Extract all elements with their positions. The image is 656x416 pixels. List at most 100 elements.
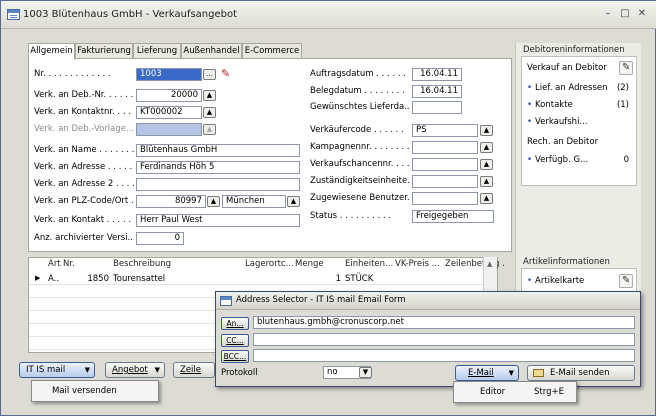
lookup-up-icon[interactable]: ▲: [480, 176, 493, 187]
menu-item-mail-versenden[interactable]: Mail versenden: [52, 386, 117, 396]
lookup-up-icon[interactable]: ▲: [480, 159, 493, 170]
label-name: Verk. an Name . . . . . . .: [34, 145, 134, 155]
col-header-menge[interactable]: Menge: [295, 258, 324, 271]
address-selector-dialog: Address Selector - IT IS mail Email Form…: [215, 291, 641, 387]
field-zugewiesene-benutzer[interactable]: [412, 192, 478, 205]
form-icon: [220, 296, 232, 306]
an-button[interactable]: An...: [221, 317, 249, 330]
bullet-icon: •: [527, 155, 533, 165]
maximize-icon[interactable]: □: [618, 7, 632, 21]
field-kontaktnr[interactable]: KT000002: [136, 106, 202, 119]
field-deb-nr[interactable]: 20000: [136, 89, 202, 102]
title-bar: 1003 Blütenhaus GmbH - Verkaufsangebot –…: [1, 1, 656, 29]
field-adresse-2[interactable]: [136, 178, 300, 191]
lookup-up-icon[interactable]: ▲: [207, 196, 220, 207]
email-button[interactable]: E-Mail ▼: [455, 365, 519, 381]
field-belegdatum[interactable]: 16.04.11: [412, 85, 462, 98]
assist-edit-button[interactable]: …: [203, 69, 216, 80]
link-kontakte[interactable]: • Kontakte (1): [527, 100, 633, 110]
field-verkaufschancennr[interactable]: [412, 158, 478, 171]
link-verkaufshistorie[interactable]: • Verkaufshi...: [527, 117, 633, 127]
col-header-beschreibung[interactable]: Beschreibung: [113, 258, 171, 271]
window-controls: – □ ✕: [601, 7, 649, 21]
email-senden-button[interactable]: E-Mail senden: [527, 365, 635, 381]
tab-fakturierung[interactable]: Fakturierung: [75, 43, 133, 59]
cc-button[interactable]: CC...: [221, 334, 249, 347]
col-header-nr[interactable]: Nr.: [63, 258, 75, 271]
edit-pencil-icon[interactable]: ✎: [221, 67, 235, 81]
field-name[interactable]: Blütenhaus GmbH: [136, 144, 300, 157]
col-header-einheit[interactable]: Einheiten...: [345, 258, 393, 271]
debitor-info-title: Debitoreninformationen: [523, 45, 625, 55]
tab-lieferung[interactable]: Lieferung: [133, 43, 181, 59]
lookup-up-icon[interactable]: ▲: [480, 142, 493, 153]
window-title: 1003 Blütenhaus GmbH - Verkaufsangebot: [23, 9, 238, 20]
col-header-vk-preis[interactable]: VK-Preis ...: [395, 258, 440, 271]
label-lieferdatum: Gewünschtes Lieferda...: [310, 102, 410, 112]
label-adresse: Verk. an Adresse . . . . .: [34, 162, 133, 172]
label-verkaeufercode: Verkäufercode . . . . . .: [310, 125, 404, 135]
field-kampagnennr[interactable]: [412, 141, 478, 154]
cell-art[interactable]: A..: [48, 274, 59, 284]
link-verfuegbares-guthaben[interactable]: • Verfügb. G... 0: [527, 155, 633, 165]
tab-allgemein[interactable]: Allgemein: [28, 43, 75, 60]
tab-e-commerce[interactable]: E-Commerce: [242, 43, 302, 59]
verkauf-an-debitor-label: Verkauf an Debitor: [527, 63, 607, 73]
bcc-button[interactable]: BCC...: [221, 350, 249, 363]
bullet-icon: •: [527, 117, 533, 127]
label-deb-nr: Verk. an Deb.-Nr. . . . . . .: [34, 90, 134, 100]
label-kampagnennr: Kampagnennr. . . . . . . .: [310, 142, 410, 152]
field-zustaendigkeitseinheit[interactable]: [412, 175, 478, 188]
field-ort[interactable]: München: [222, 195, 286, 208]
email-menu: Editor Strg+E: [453, 381, 577, 403]
label-nr: Nr. . . . . . . . . . . . .: [34, 69, 111, 79]
field-nr[interactable]: 1003: [136, 68, 202, 81]
field-lieferdatum[interactable]: [412, 101, 462, 114]
cell-beschreibung[interactable]: Tourensattel: [113, 274, 165, 284]
dropdown-arrow-icon[interactable]: ▼: [359, 367, 372, 378]
table-row[interactable]: ▶ A.. 1850 Tourensattel 1 STÜCK: [29, 272, 497, 285]
scroll-up-icon[interactable]: ▲: [487, 260, 492, 268]
menu-item-editor[interactable]: Editor: [480, 387, 505, 397]
col-header-art[interactable]: Art: [48, 258, 61, 271]
field-verkaeufercode[interactable]: PS: [412, 124, 478, 137]
lookup-up-icon[interactable]: ▲: [287, 196, 300, 207]
close-icon[interactable]: ✕: [635, 7, 649, 21]
label-kontakt: Verk. an Kontakt . . . . .: [34, 215, 132, 225]
bcc-field[interactable]: [253, 349, 635, 362]
field-adresse[interactable]: Ferdinands Höh 5: [136, 161, 300, 174]
edit-pencil-icon[interactable]: ✎: [619, 274, 633, 288]
field-kontakt[interactable]: Herr Paul West: [136, 214, 300, 227]
an-field[interactable]: blutenhaus.gmbh@cronuscorp.net: [253, 316, 635, 329]
zeile-button[interactable]: Zeile: [173, 362, 215, 378]
link-lief-an-adressen[interactable]: • Lief. an Adressen (2): [527, 83, 633, 93]
cell-nr[interactable]: 1850: [69, 274, 109, 284]
protokoll-label: Protokoll: [221, 368, 258, 378]
lookup-up-icon[interactable]: ▲: [480, 125, 493, 136]
link-artikelkarte[interactable]: • Artikelkarte: [527, 276, 584, 286]
dropdown-arrow-icon: ▼: [508, 369, 514, 377]
form-icon: [7, 9, 20, 20]
cell-einheit[interactable]: STÜCK: [345, 274, 373, 284]
lookup-up-icon[interactable]: ▲: [203, 107, 216, 118]
artikel-info-title: Artikelinformationen: [523, 257, 610, 267]
bullet-icon: •: [527, 276, 533, 286]
mail-menu: Mail versenden: [31, 380, 159, 402]
it-is-mail-button[interactable]: IT IS mail ▼: [19, 362, 95, 378]
minimize-icon[interactable]: –: [601, 7, 615, 21]
cell-menge[interactable]: 1: [309, 274, 341, 284]
lookup-up-icon[interactable]: ▲: [480, 193, 493, 204]
angebot-button[interactable]: Angebot ▼: [105, 362, 165, 378]
cc-field[interactable]: [253, 333, 635, 346]
lookup-up-icon: ▲: [203, 124, 216, 135]
tab-aussenhandel[interactable]: Außenhandel: [181, 43, 242, 59]
field-status: Freigegeben: [412, 210, 494, 223]
envelope-icon: [533, 369, 544, 377]
field-plz[interactable]: 80997: [136, 195, 206, 208]
lookup-up-icon[interactable]: ▲: [203, 90, 216, 101]
field-auftragsdatum[interactable]: 16.04.11: [412, 68, 462, 81]
label-adresse-2: Verk. an Adresse 2 . . . .: [34, 179, 134, 189]
col-header-lagerortcode[interactable]: Lagerortc...: [245, 258, 294, 271]
edit-pencil-icon[interactable]: ✎: [619, 61, 633, 75]
debitor-factbox: Verkauf an Debitor ✎ • Lief. an Adressen …: [521, 56, 637, 186]
